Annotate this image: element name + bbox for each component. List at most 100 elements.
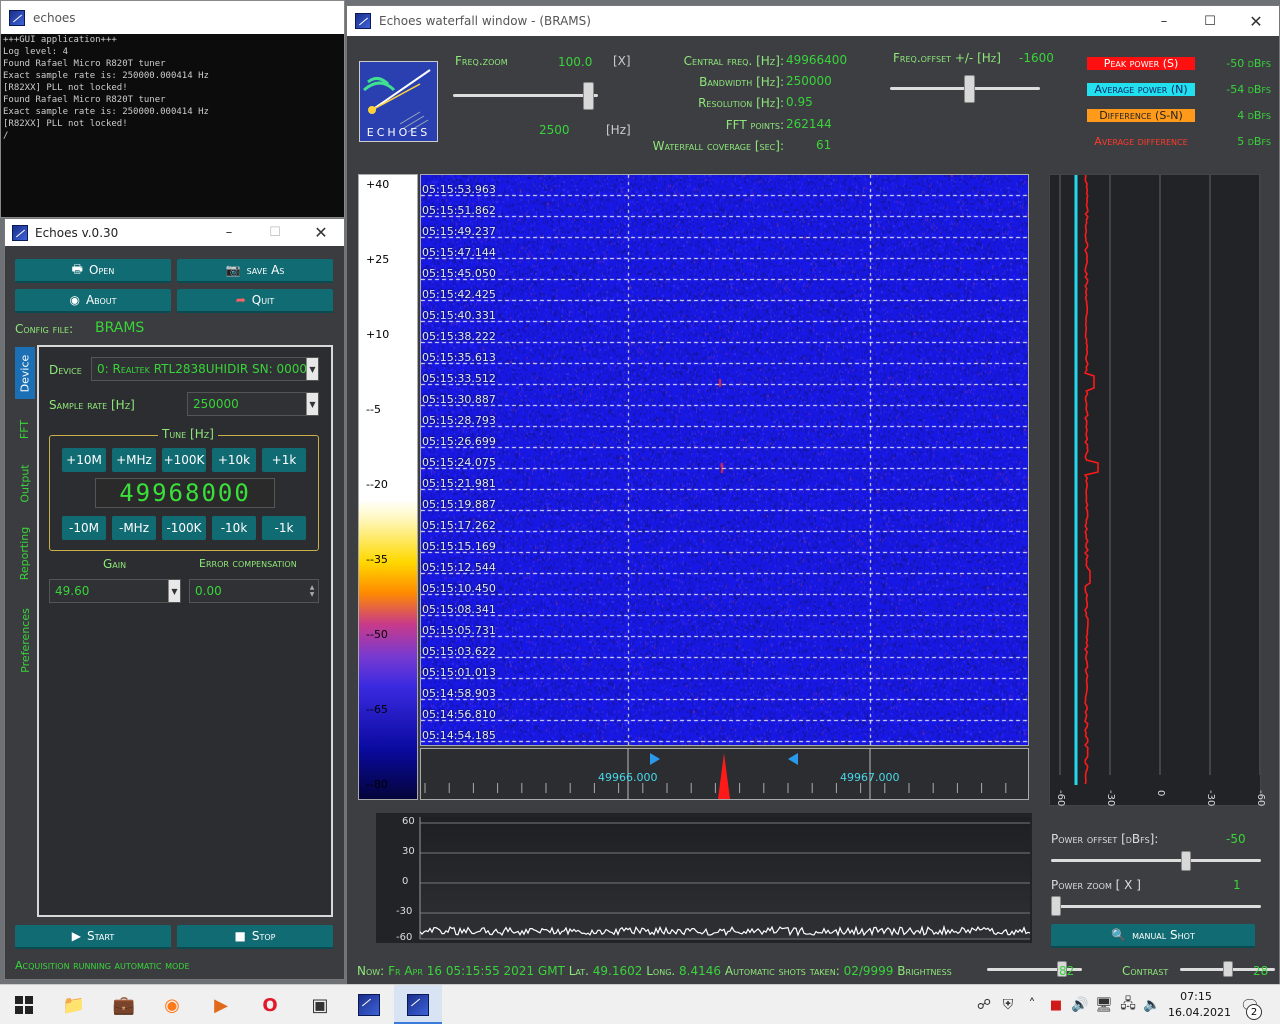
- control-titlebar[interactable]: Echoes v.0.30 – ☐ ✕: [5, 219, 344, 246]
- echoes-taskbar-icon[interactable]: [355, 991, 383, 1019]
- tab-fft[interactable]: FFT: [15, 403, 35, 455]
- tune-minus-100k-button[interactable]: -100K: [162, 516, 206, 540]
- left-bound-marker: [650, 753, 660, 765]
- tune-plus-10m-button[interactable]: +10M: [62, 448, 106, 472]
- tab-output[interactable]: Output: [15, 457, 35, 509]
- palette-tick-label: --65: [366, 703, 388, 716]
- tune-minus-mhz-button[interactable]: -MHz: [112, 516, 156, 540]
- tab-panel: Device FFT Output Reporting Preferences …: [15, 345, 333, 917]
- spectrum-tick-label: 0: [402, 876, 409, 887]
- contrast-slider[interactable]: [1222, 961, 1233, 977]
- waterfall-timestamp: 05:15:28.793: [422, 414, 496, 427]
- console-line: +++GUI application+++: [3, 35, 117, 45]
- waterfall-timestamp: 05:15:42.425: [422, 288, 496, 301]
- palette-tick-label: +40: [366, 178, 390, 191]
- power-indicator-value: 5 dBfs: [1237, 135, 1271, 148]
- clock-time: 07:15: [1180, 990, 1212, 1003]
- tab-reporting[interactable]: Reporting: [15, 517, 35, 589]
- device-label: Device: [49, 363, 82, 377]
- spin-arrows-icon[interactable]: ▲ ▼: [306, 580, 318, 602]
- maximize-button[interactable]: ☐: [1187, 6, 1233, 36]
- waterfall-timestamp: 05:15:40.331: [422, 309, 496, 322]
- save-as-button[interactable]: 📷 save As: [177, 259, 333, 283]
- clock[interactable]: 07:15 16.04.2021: [1168, 989, 1231, 1021]
- tune-plus-100k-button[interactable]: +100K: [162, 448, 206, 472]
- palette-bar: +40 +25 +10 --5 --20 --35 --50 --65 --80: [358, 174, 418, 800]
- palette-tick-label: +10: [366, 328, 390, 341]
- opera-icon[interactable]: O: [256, 991, 284, 1019]
- chevron-down-icon[interactable]: ▼: [168, 580, 180, 602]
- power-offset-value: -50: [1226, 832, 1246, 846]
- speaker-icon[interactable]: 🔈: [1138, 991, 1166, 1019]
- save-as-label: save As: [246, 263, 285, 277]
- power-zoom-value: 1: [1233, 878, 1241, 892]
- power-offset-slider[interactable]: [1181, 851, 1191, 871]
- start-button[interactable]: ▶ Start: [15, 925, 171, 949]
- device-combo[interactable]: 0: Realtek RTL2838UHIDIR SN: 0000 ▼: [91, 357, 319, 381]
- chevron-down-icon[interactable]: ▼: [306, 393, 318, 415]
- echoes-app-icon: [9, 9, 25, 26]
- tune-plus-1k-button[interactable]: +1k: [262, 448, 306, 472]
- media-player-icon[interactable]: ▶: [207, 991, 235, 1019]
- tune-minus-1k-button[interactable]: -1k: [262, 516, 306, 540]
- power-zoom-slider[interactable]: [1051, 896, 1061, 916]
- camera-icon: 📷: [225, 263, 241, 277]
- quit-label: Quit: [251, 293, 275, 307]
- minimize-button[interactable]: –: [1141, 6, 1187, 36]
- maximize-button[interactable]: ☐: [252, 219, 298, 246]
- tab-device[interactable]: Device: [15, 347, 35, 399]
- printer-icon: 🖶: [71, 261, 83, 276]
- power-indicator-label: Average difference: [1087, 135, 1195, 148]
- console-line: Exact sample rate is: 250000.000414 Hz: [3, 107, 209, 117]
- gain-combo[interactable]: 49.60 ▼: [49, 579, 181, 603]
- waterfall-timestamp: 05:15:19.887: [422, 498, 496, 511]
- waterfall-timestamp: 05:15:01.013: [422, 666, 496, 679]
- freq-zoom-slider[interactable]: [582, 82, 594, 110]
- palette-tick-label: --5: [366, 403, 381, 416]
- windows-start-icon[interactable]: [10, 991, 38, 1019]
- minimize-button[interactable]: –: [206, 219, 252, 246]
- power-zoom-label: Power zoom [ X ]: [1051, 878, 1141, 892]
- console-line: Found Rafael Micro R820T tuner: [3, 59, 166, 69]
- echoes-active-task[interactable]: [394, 985, 442, 1024]
- freq-tick-label: 49966.000: [598, 771, 658, 784]
- tune-plus-10k-button[interactable]: +10k: [212, 448, 256, 472]
- waterfall-timestamp: 05:15:15.169: [422, 540, 496, 553]
- terminal-icon[interactable]: ▣: [306, 991, 334, 1019]
- tune-minus-10m-button[interactable]: -10M: [62, 516, 106, 540]
- tune-minus-10k-button[interactable]: -10k: [212, 516, 256, 540]
- close-button[interactable]: ✕: [298, 219, 344, 246]
- stop-button[interactable]: ■ Stop: [177, 925, 333, 949]
- sample-rate-combo[interactable]: 250000 ▼: [187, 392, 319, 416]
- power-profile-graphic: [1059, 174, 1261, 785]
- console-line: /: [3, 131, 9, 141]
- chevron-down-icon[interactable]: ▼: [306, 358, 318, 380]
- waterfall-titlebar[interactable]: Echoes waterfall window - (BRAMS) – ☐ ✕: [347, 6, 1279, 36]
- tune-plus-mhz-button[interactable]: +MHz: [112, 448, 156, 472]
- waterfall-timestamp: 05:15:17.262: [422, 519, 496, 532]
- file-explorer-icon[interactable]: 📁: [60, 991, 88, 1019]
- brightness-label: Brightness: [897, 964, 952, 978]
- long-value: 8.4146: [679, 964, 722, 978]
- manual-shot-button[interactable]: 🔍 manual Shot: [1051, 924, 1255, 948]
- magnifier-icon: 🔍: [1111, 928, 1127, 942]
- waterfall-timestamp: 05:14:58.903: [422, 687, 496, 700]
- resolution-label: Resolution [Hz]:: [698, 96, 784, 110]
- quit-button[interactable]: ➦ Quit: [177, 289, 333, 313]
- open-button[interactable]: 🖶 Open: [15, 259, 171, 283]
- power-bar-display: -60 -30 0 -30 -60: [1049, 174, 1266, 806]
- firefox-icon[interactable]: ◉: [158, 991, 186, 1019]
- echoes-control-window: Echoes v.0.30 – ☐ ✕ 🖶 Open 📷 save As ◉ A…: [4, 218, 345, 980]
- waterfall-timestamp: 05:15:33.512: [422, 372, 496, 385]
- tab-preferences[interactable]: Preferences: [15, 597, 35, 683]
- store-icon[interactable]: 💼: [110, 991, 138, 1019]
- bandwidth-label: Bandwidth [Hz]:: [699, 75, 784, 89]
- console-titlebar[interactable]: echoes: [1, 1, 344, 34]
- close-button[interactable]: ✕: [1233, 6, 1279, 36]
- about-button[interactable]: ◉ About: [15, 289, 171, 313]
- freq-offset-label: Freq.offset +/- [Hz]: [893, 51, 1001, 65]
- console-line: [R82XX] PLL not locked!: [3, 119, 128, 129]
- freq-offset-slider[interactable]: [963, 75, 975, 103]
- error-compensation-spinbox[interactable]: 0.00 ▲ ▼: [189, 579, 319, 603]
- freq-zoom-hz-unit: [Hz]: [606, 123, 631, 137]
